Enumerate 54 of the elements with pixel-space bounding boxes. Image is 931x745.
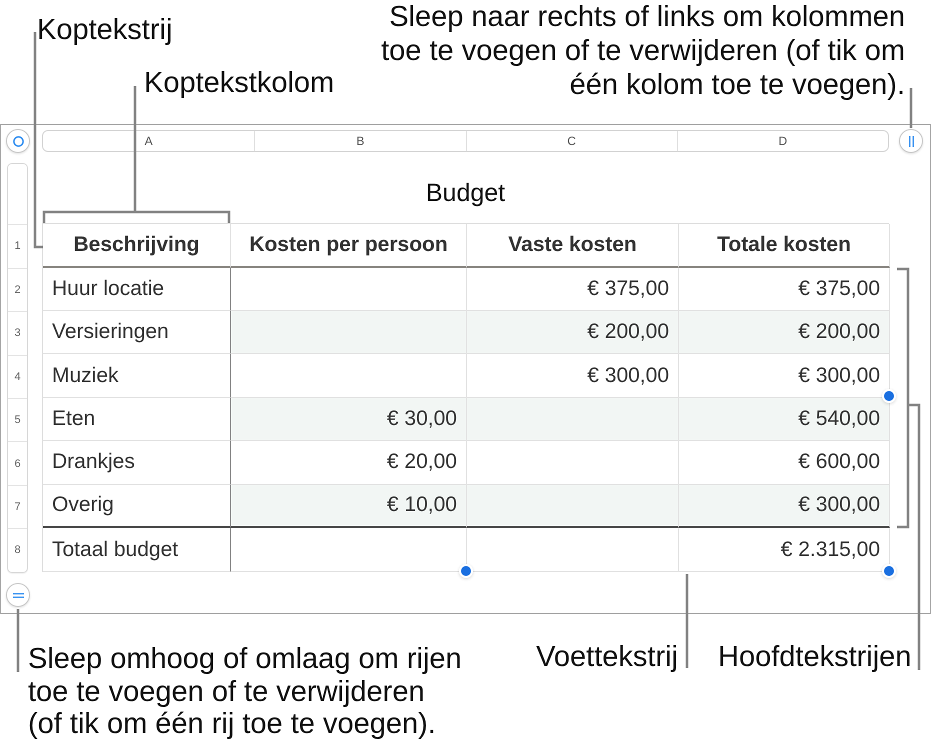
callout-label: Koptekstkolom [144,66,334,100]
table-cell: Overig [43,484,231,528]
leader-line [16,609,20,672]
column-label[interactable]: C [466,131,677,151]
table-cell: € 30,00 [231,398,467,442]
column-label[interactable]: D [676,131,888,151]
header-cell: Kosten per persoon [231,224,467,268]
leader-line [910,88,912,128]
table-cell: € 200,00 [679,311,890,354]
row-number[interactable]: 3 [8,311,27,355]
row-number[interactable]: 6 [8,441,27,485]
table-cell: € 600,00 [679,441,890,485]
row-number[interactable]: 5 [8,398,27,442]
table-cell: € 375,00 [679,268,890,312]
select-table-button[interactable] [6,129,30,153]
table-cell: € 300,00 [679,354,890,398]
header-cell: Beschrijving [43,224,231,268]
table-cell: € 300,00 [467,354,679,398]
resize-handle-icon[interactable] [461,566,471,576]
table-cell: € 200,00 [467,311,679,354]
table-cell: € 375,00 [467,268,679,312]
row-number[interactable]: 4 [8,354,27,398]
footer-cell: € 2.315,00 [679,528,890,572]
callout-text: Sleep omhoog of omlaag om rijen toe te voegen of te verwijderen (of tik om één rij toe te voegen). [28,643,462,740]
resize-handle-icon[interactable] [884,566,894,576]
column-handle-button[interactable] [899,129,923,153]
column-label[interactable]: B [254,131,466,151]
table-title: Budget [426,178,506,208]
callout-label: Voettekstrij [536,640,678,674]
callout-text: Sleep naar rechts of links om kolommen toe te voegen of te verwijderen (of tik om één kolom toe te voegen). [381,0,905,102]
resize-handle-icon[interactable] [884,390,894,401]
column-label[interactable]: A [43,131,254,151]
header-cell: Vaste kosten [467,224,679,268]
equals-icon [12,592,24,598]
row-number[interactable]: 7 [8,484,27,528]
vertical-bars-icon [908,136,914,146]
table-cell: € 20,00 [231,441,467,485]
table-cell: € 540,00 [679,398,890,442]
row-number[interactable]: 8 [8,528,27,572]
footer-cell: Totaal budget [43,528,231,572]
table-cell: Eten [43,398,231,442]
table-cell: € 10,00 [231,484,467,528]
table-cell: Versieringen [43,311,231,354]
row-handle-button[interactable] [6,583,30,607]
row-number[interactable]: 2 [8,268,27,312]
table-cell: Muziek [43,354,231,398]
row-number[interactable]: 1 [8,224,27,268]
header-cell: Totale kosten [679,224,890,268]
table-cell: Drankjes [43,441,231,485]
callout-label: Koptekstrij [37,13,172,47]
ring-icon [12,136,24,146]
table-cell: € 300,00 [679,484,890,528]
table-cell: Huur locatie [43,268,231,312]
callout-label: Hoofdtekstrijen [718,640,912,674]
